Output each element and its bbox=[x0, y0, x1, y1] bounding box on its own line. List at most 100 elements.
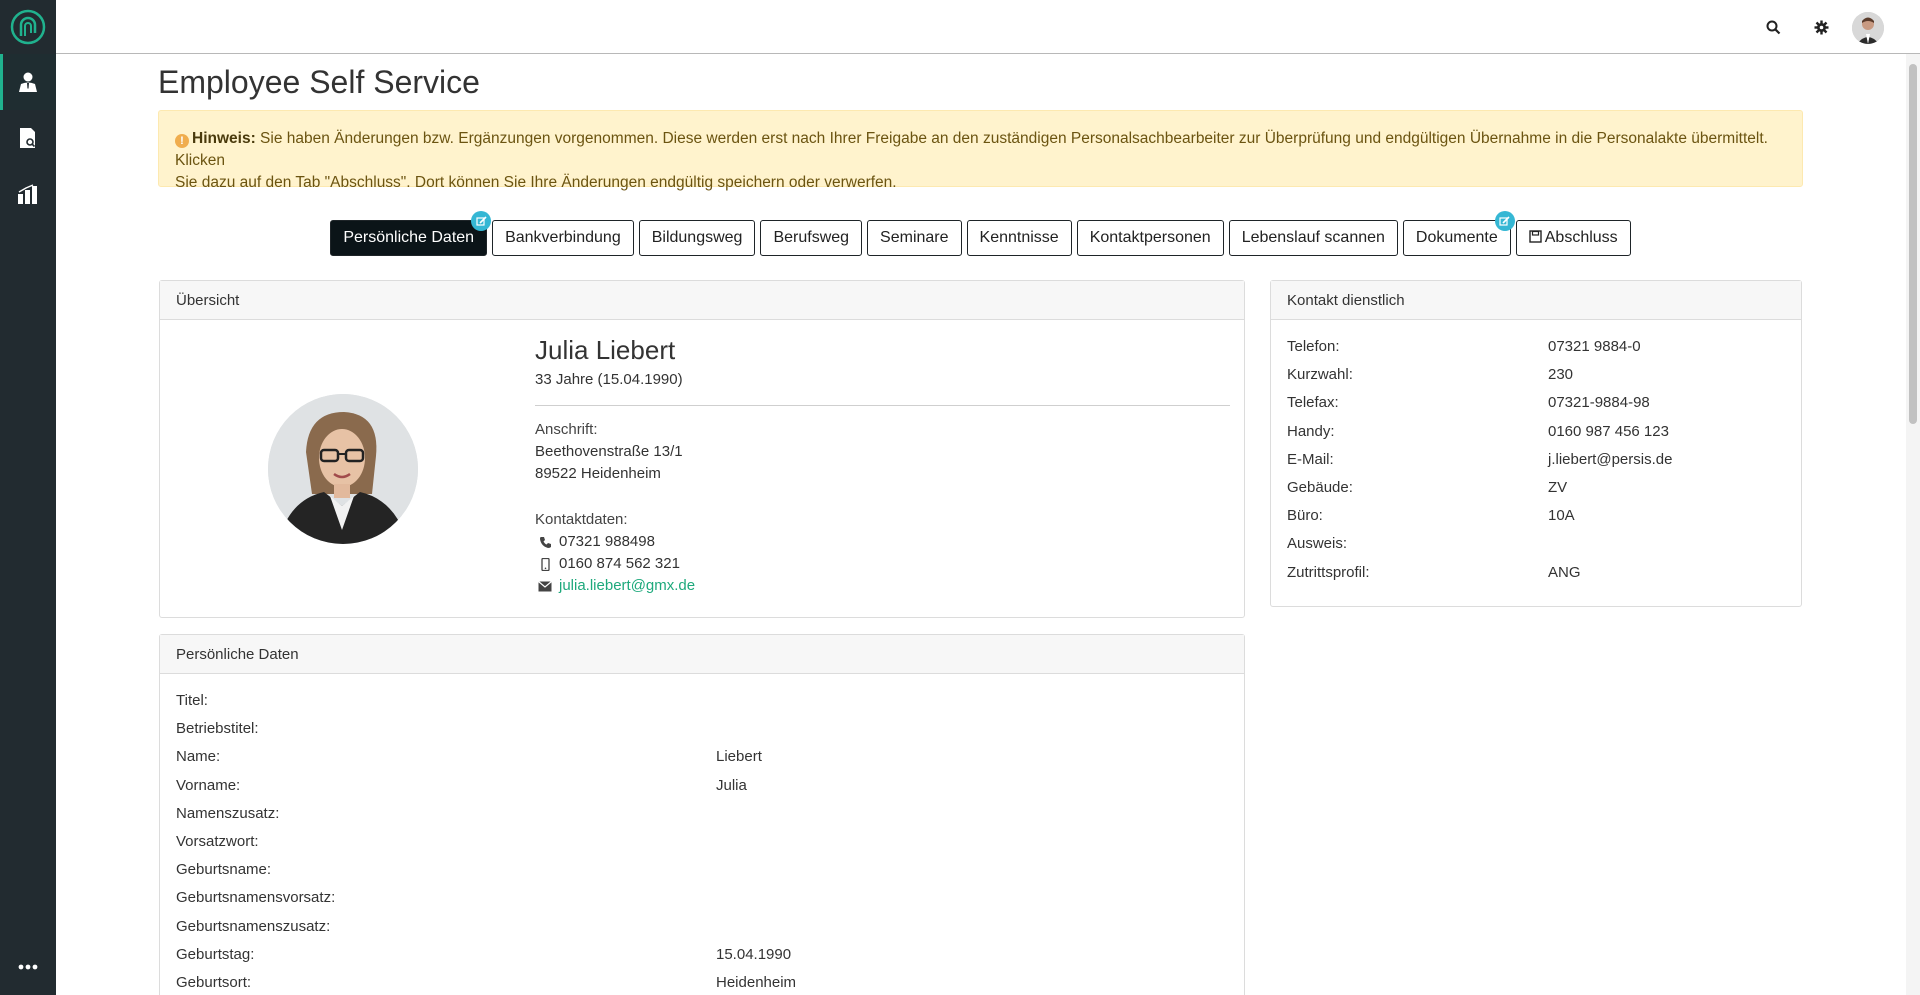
tab-kenntnisse[interactable]: Kenntnisse bbox=[966, 220, 1072, 256]
address-city: 89522 Heidenheim bbox=[535, 465, 661, 482]
field-value: Heidenheim bbox=[716, 974, 797, 991]
field-label: Geburtstag: bbox=[176, 945, 255, 963]
user-avatar[interactable] bbox=[1852, 12, 1884, 44]
tab-seminare[interactable]: Seminare bbox=[867, 220, 962, 256]
field-label: Handy: bbox=[1287, 422, 1335, 440]
field-label: Kurzwahl: bbox=[1287, 366, 1353, 384]
sidebar-item-employee[interactable] bbox=[0, 54, 56, 110]
overview-card: Übersicht Julia Liebert 33 Jahre (15.04.… bbox=[159, 280, 1245, 618]
employee-icon bbox=[19, 72, 37, 92]
tab-label: Dokumente bbox=[1415, 229, 1498, 246]
topbar bbox=[56, 0, 1920, 54]
field-value: 07321 9884-0 bbox=[1548, 338, 1641, 355]
tab-berufsweg[interactable]: Berufsweg bbox=[760, 220, 863, 256]
personal-data-card: Persönliche Daten Titel: Betriebstitel: Na… bbox=[159, 634, 1245, 995]
tab-label: Bildungsweg bbox=[651, 229, 743, 246]
alert-label: Hinweis: bbox=[192, 130, 256, 147]
tab-persoenliche-daten[interactable]: Persönliche Daten bbox=[330, 211, 492, 256]
field-value: ANG bbox=[1548, 563, 1581, 581]
edited-badge bbox=[471, 211, 492, 231]
tab-bankverbindung[interactable]: Bankverbindung bbox=[492, 220, 634, 256]
more-icon bbox=[18, 964, 38, 970]
divider bbox=[535, 405, 1230, 406]
field-value: 0160 987 456 123 bbox=[1548, 422, 1669, 440]
gear-icon bbox=[1814, 20, 1828, 34]
app-logo-icon bbox=[10, 9, 46, 45]
envelope-icon bbox=[537, 578, 553, 594]
info-icon: ! bbox=[175, 134, 189, 148]
settings-button[interactable] bbox=[1808, 14, 1834, 40]
mobile-icon bbox=[537, 556, 553, 572]
business-contact-card: Kontakt dienstlich Telefon: 07321 9884-0 K… bbox=[1270, 280, 1802, 607]
field-label: Geburtsort: bbox=[176, 974, 252, 991]
address-street: Beethovenstraße 13/1 bbox=[535, 443, 683, 460]
field-label: Zutrittsprofil: bbox=[1287, 563, 1370, 581]
field-label: Telefon: bbox=[1287, 338, 1340, 355]
field-label: Geburtsnamenszusatz: bbox=[176, 917, 331, 935]
tab-label: Seminare bbox=[880, 229, 949, 246]
page-scrollbar[interactable] bbox=[1906, 54, 1920, 995]
overview-card-header: Übersicht bbox=[160, 281, 1244, 320]
field-label: E-Mail: bbox=[1287, 450, 1334, 468]
field-value: Liebert bbox=[716, 748, 762, 766]
tab-label: Kenntnisse bbox=[979, 229, 1059, 246]
tab-lebenslauf-scannen[interactable]: Lebenslauf scannen bbox=[1228, 220, 1398, 256]
tab-label: Berufsweg bbox=[773, 229, 850, 246]
contact-label: Kontaktdaten: bbox=[535, 511, 628, 528]
address-label: Anschrift: bbox=[535, 421, 598, 438]
personal-data-header: Persönliche Daten bbox=[160, 635, 1244, 674]
field-value: ZV bbox=[1548, 479, 1568, 496]
employee-name: Julia Liebert bbox=[535, 335, 676, 365]
field-label: Büro: bbox=[1287, 507, 1323, 525]
business-contact-header: Kontakt dienstlich bbox=[1271, 281, 1801, 320]
tab-bildungsweg[interactable]: Bildungsweg bbox=[638, 220, 756, 256]
field-label: Betriebstitel: bbox=[176, 720, 259, 738]
edited-badge bbox=[1494, 211, 1515, 231]
field-label: Gebäude: bbox=[1287, 479, 1353, 496]
field-value: 07321-9884-98 bbox=[1548, 394, 1650, 412]
edit-icon bbox=[475, 215, 487, 226]
private-email-link[interactable]: julia.liebert@gmx.de bbox=[559, 577, 695, 594]
field-label: Titel: bbox=[176, 692, 208, 709]
alert-text-line2: Sie dazu auf den Tab "Abschluss". Dort k… bbox=[175, 174, 897, 191]
field-label: Name: bbox=[176, 748, 221, 766]
field-value: 10A bbox=[1548, 507, 1575, 525]
tab-abschluss[interactable]: Abschluss bbox=[1515, 220, 1631, 256]
tab-dokumente[interactable]: Dokumente bbox=[1402, 211, 1515, 256]
chart-icon bbox=[18, 184, 37, 204]
sidebar-item-reports[interactable] bbox=[0, 166, 56, 222]
info-alert: ! Hinweis: Sie haben Änderungen bzw. Ergä… bbox=[158, 110, 1803, 191]
profile-photo bbox=[268, 394, 418, 544]
tab-label: Persönliche Daten bbox=[343, 229, 475, 246]
more-button[interactable] bbox=[0, 939, 56, 995]
tab-kontaktpersonen[interactable]: Kontaktpersonen bbox=[1076, 220, 1224, 256]
page-title: Employee Self Service bbox=[158, 64, 480, 100]
sidebar-item-documents[interactable] bbox=[0, 110, 56, 166]
field-label: Vorname: bbox=[176, 776, 241, 794]
search-icon bbox=[1766, 20, 1780, 34]
edit-icon bbox=[1499, 215, 1510, 226]
tab-bar: Persönliche Daten Bankverbindung Bildung… bbox=[158, 211, 1803, 256]
private-mobile: 0160 874 562 321 bbox=[559, 555, 680, 572]
field-label: Telefax: bbox=[1287, 394, 1339, 412]
scrollbar-thumb[interactable] bbox=[1909, 64, 1917, 424]
field-value: 15.04.1990 bbox=[716, 945, 792, 963]
document-search-icon bbox=[20, 128, 36, 148]
field-label: Vorsatzwort: bbox=[176, 833, 259, 850]
search-button[interactable] bbox=[1760, 14, 1786, 40]
field-label: Geburtsname: bbox=[176, 861, 272, 879]
phone-icon bbox=[537, 534, 553, 550]
app-logo[interactable] bbox=[0, 0, 56, 54]
sidebar bbox=[0, 0, 56, 995]
field-label: Geburtsnamensvorsatz: bbox=[176, 889, 336, 907]
field-value: Julia bbox=[716, 776, 747, 794]
tab-label: Abschluss bbox=[1544, 229, 1618, 246]
field-value: 230 bbox=[1548, 366, 1574, 384]
tab-label: Bankverbindung bbox=[505, 229, 621, 246]
private-phone: 07321 988498 bbox=[559, 533, 655, 550]
tab-label: Lebenslauf scannen bbox=[1241, 229, 1385, 246]
save-icon bbox=[1529, 230, 1542, 243]
employee-age: 33 Jahre (15.04.1990) bbox=[535, 371, 683, 388]
field-label: Ausweis: bbox=[1287, 535, 1348, 553]
field-value: j.liebert@persis.de bbox=[1548, 450, 1673, 468]
